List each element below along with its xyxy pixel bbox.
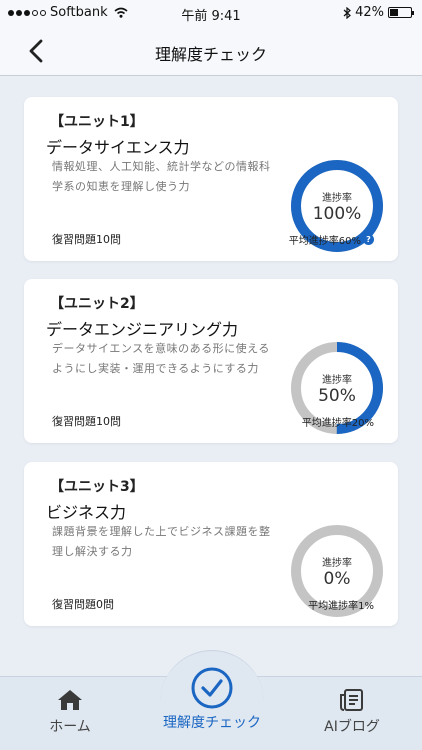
progress-label: 進捗率	[322, 375, 352, 386]
unit-label: 【ユニット1】	[50, 114, 144, 130]
unit-title: ビジネス力	[46, 503, 127, 522]
review-count: 復習問題10問	[52, 233, 121, 246]
average-progress: 平均進捗率1%	[308, 597, 374, 612]
tab-label: 理解度チェック	[163, 715, 261, 731]
unit-card-3[interactable]: 【ユニット3】 ビジネス力 課題背景を理解した上でビジネス課題を整理し解決する力…	[24, 462, 398, 626]
review-count: 復習問題10問	[52, 415, 121, 428]
average-progress: 平均進捗率60% ?	[289, 232, 374, 247]
progress-label: 進捗率	[322, 558, 352, 569]
check-circle-icon	[191, 667, 233, 709]
help-icon[interactable]: ?	[363, 234, 374, 245]
review-count: 復習問題0問	[52, 598, 114, 611]
tab-understanding-check[interactable]: 理解度チェック	[150, 666, 274, 732]
nav-bar: 理解度チェック	[0, 26, 422, 76]
screen: Softbank 午前 9:41 42% 理解度チェック 【ユニット1】 データ…	[0, 0, 422, 750]
battery-fill	[390, 9, 399, 16]
average-progress: 平均進捗率20%	[302, 414, 374, 429]
progress-value: 0%	[323, 569, 351, 589]
bluetooth-icon	[343, 6, 352, 19]
tab-label: AIブログ	[324, 719, 380, 735]
unit-title: データエンジニアリング力	[46, 320, 239, 339]
progress-value: 100%	[312, 204, 362, 224]
unit-card-2[interactable]: 【ユニット2】 データエンジニアリング力 データサイエンスを意味のある形に使える…	[24, 279, 398, 443]
status-bar: Softbank 午前 9:41 42%	[0, 0, 422, 26]
unit-label: 【ユニット3】	[50, 479, 144, 495]
page-title: 理解度チェック	[154, 45, 267, 64]
battery-icon	[388, 7, 414, 18]
battery-percent: 42%	[355, 5, 384, 20]
unit-label: 【ユニット2】	[50, 296, 144, 312]
progress-label: 進捗率	[322, 193, 352, 204]
tab-home[interactable]: ホーム	[40, 688, 100, 736]
progress-value: 50%	[318, 386, 356, 406]
unit-card-1[interactable]: 【ユニット1】 データサイエンス力 情報処理、人工知能、統計学などの情報科学系の…	[24, 97, 398, 261]
tab-label: ホーム	[49, 719, 91, 735]
unit-description: データサイエンスを意味のある形に使えるようにし実装・運用できるようにする力	[52, 342, 270, 375]
average-progress-text: 平均進捗率1%	[308, 601, 374, 612]
average-progress-text: 平均進捗率60%	[288, 236, 361, 247]
blog-icon	[340, 689, 363, 711]
status-right: 42%	[343, 5, 414, 20]
unit-title: データサイエンス力	[46, 138, 190, 157]
unit-description: 課題背景を理解した上でビジネス課題を整理し解決する力	[52, 525, 271, 558]
tab-ai-blog[interactable]: AIブログ	[312, 688, 392, 736]
average-progress-text: 平均進捗率20%	[301, 418, 374, 429]
unit-description: 情報処理、人工知能、統計学などの情報科学系の知恵を理解し使う力	[52, 160, 271, 193]
home-icon	[58, 690, 82, 710]
